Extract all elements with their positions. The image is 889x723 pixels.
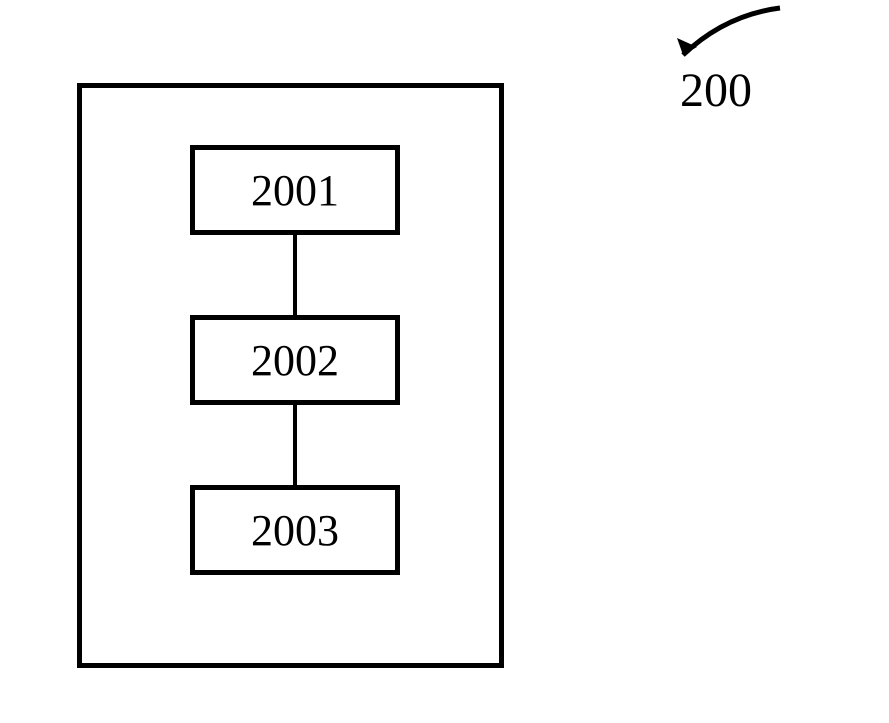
diagram-box: 2003 xyxy=(190,485,400,575)
diagram-box: 2001 xyxy=(190,145,400,235)
diagram-label: 200 xyxy=(680,63,752,118)
connector-line xyxy=(293,235,297,315)
connector-line xyxy=(293,405,297,485)
diagram-box: 2002 xyxy=(190,315,400,405)
box-label: 2001 xyxy=(251,165,339,216)
box-label: 2002 xyxy=(251,335,339,386)
curved-arrow-icon xyxy=(665,0,795,70)
box-label: 2003 xyxy=(251,505,339,556)
